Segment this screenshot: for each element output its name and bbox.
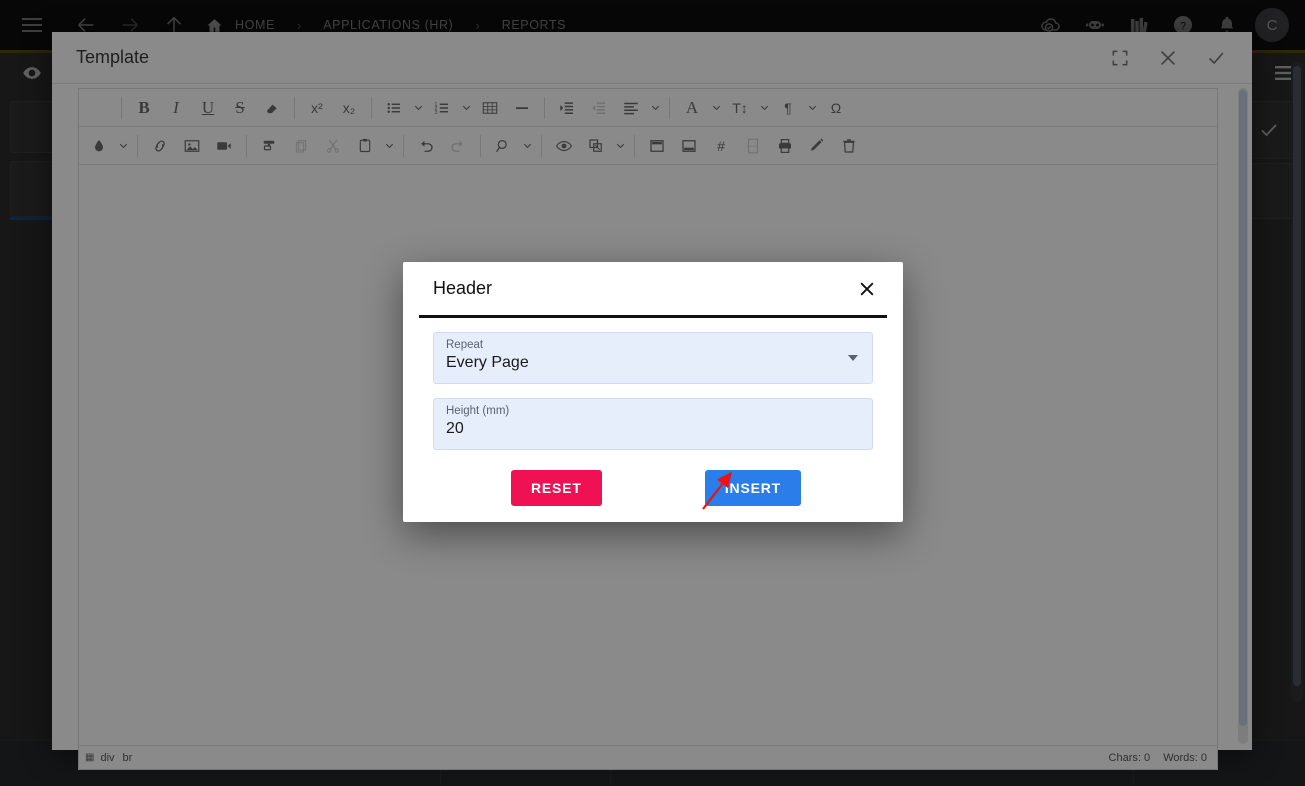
check-icon[interactable] (1192, 34, 1240, 82)
decrease-indent-button (583, 93, 615, 123)
code-view-button[interactable] (83, 93, 115, 123)
page-break-button (737, 131, 769, 161)
toolbar-separator (246, 135, 247, 157)
template-window: Template BIUSx²x₂123AT↕¶Ω # ▦ div (52, 32, 1252, 750)
cut-button (317, 131, 349, 161)
toolbar-separator (480, 135, 481, 157)
subscript-button[interactable]: x₂ (333, 93, 365, 123)
font-family-button[interactable]: A (676, 93, 708, 123)
repeat-value: Every Page (446, 351, 860, 372)
height-input[interactable]: Height (mm) 20 (433, 398, 873, 450)
insert-link-button[interactable] (144, 131, 176, 161)
insert-button[interactable]: INSERT (705, 470, 801, 506)
find-replace-button[interactable] (487, 131, 519, 161)
insert-footer-button[interactable] (673, 131, 705, 161)
toolbar-separator (121, 97, 122, 119)
align-button[interactable] (615, 93, 647, 123)
close-icon[interactable] (1144, 34, 1192, 82)
insert-image-button[interactable] (176, 131, 208, 161)
svg-text:3: 3 (435, 110, 438, 116)
preview-button[interactable] (548, 131, 580, 161)
page-number-button[interactable]: # (705, 131, 737, 161)
words-count: Words: 0 (1153, 752, 1207, 764)
close-icon[interactable] (847, 269, 887, 309)
paragraph-style-chevron-down-icon[interactable] (804, 93, 820, 123)
format-painter-button[interactable] (253, 131, 285, 161)
fullscreen-icon[interactable] (1096, 34, 1144, 82)
scrollbar-thumb[interactable] (1239, 90, 1247, 726)
layers-chevron-down-icon[interactable] (612, 131, 628, 161)
template-window-title: Template (76, 47, 149, 68)
increase-indent-button[interactable] (551, 93, 583, 123)
bold-button[interactable]: B (128, 93, 160, 123)
superscript-button[interactable]: x² (301, 93, 333, 123)
template-window-scrollbar[interactable] (1238, 88, 1248, 744)
editor-counts: Chars: 0 Words: 0 (1099, 752, 1207, 764)
header-dialog-title: Header (419, 278, 492, 299)
find-replace-chevron-down-icon[interactable] (519, 131, 535, 161)
toolbar-separator (294, 97, 295, 119)
numbered-list-chevron-down-icon[interactable] (458, 93, 474, 123)
table-button[interactable] (474, 93, 506, 123)
insert-video-button[interactable] (208, 131, 240, 161)
edit-button[interactable] (801, 131, 833, 161)
text-color-button[interactable] (83, 131, 115, 161)
copy-button (285, 131, 317, 161)
redo-button (442, 131, 474, 161)
special-character-button[interactable]: Ω (820, 93, 852, 123)
editor-toolbar-row-1: BIUSx²x₂ 123 A T↕ ¶ Ω (79, 89, 1217, 127)
font-family-chevron-down-icon[interactable] (708, 93, 724, 123)
paste-button[interactable] (349, 131, 381, 161)
toolbar-separator (544, 97, 545, 119)
toolbar-separator (371, 97, 372, 119)
reset-button[interactable]: RESET (511, 470, 602, 506)
paragraph-style-button[interactable]: ¶ (772, 93, 804, 123)
header-dialog-actions: RESET INSERT (433, 468, 873, 508)
chars-count: Chars: 0 (1099, 752, 1151, 764)
bullet-list-chevron-down-icon[interactable] (410, 93, 426, 123)
undo-button[interactable] (410, 131, 442, 161)
repeat-select[interactable]: Repeat Every Page (433, 332, 873, 384)
underline-button[interactable]: U (192, 93, 224, 123)
strikethrough-button[interactable]: S (224, 93, 256, 123)
toolbar-separator (541, 135, 542, 157)
layers-button[interactable] (580, 131, 612, 161)
paste-chevron-down-icon[interactable] (381, 131, 397, 161)
path-tag-div[interactable]: div (100, 752, 122, 764)
align-chevron-down-icon[interactable] (647, 93, 663, 123)
italic-button[interactable]: I (160, 93, 192, 123)
repeat-label: Repeat (446, 339, 860, 351)
path-tag-br[interactable]: br (123, 752, 141, 764)
height-label: Height (mm) (446, 405, 860, 417)
font-size-chevron-down-icon[interactable] (756, 93, 772, 123)
numbered-list-button[interactable]: 123 (426, 93, 458, 123)
chevron-down-icon[interactable] (848, 355, 858, 361)
horizontal-rule-button[interactable] (506, 93, 538, 123)
delete-button[interactable] (833, 131, 865, 161)
toolbar-separator (137, 135, 138, 157)
print-button[interactable] (769, 131, 801, 161)
toolbar-separator (669, 97, 670, 119)
clear-format-button[interactable] (256, 93, 288, 123)
text-color-chevron-down-icon[interactable] (115, 131, 131, 161)
template-window-header: Template (52, 32, 1252, 84)
editor-toolbar-row-2: # (79, 127, 1217, 165)
font-size-button[interactable]: T↕ (724, 93, 756, 123)
insert-header-button[interactable] (641, 131, 673, 161)
height-value[interactable]: 20 (446, 417, 860, 438)
element-path-icon: ▦ (85, 752, 100, 763)
toolbar-separator (403, 135, 404, 157)
header-dialog-titlebar: Header (419, 262, 887, 318)
header-dialog: Header Repeat Every Page Height (mm) 20 … (403, 262, 903, 522)
editor-status-bar: ▦ div br Chars: 0 Words: 0 (79, 745, 1217, 769)
bullet-list-button[interactable] (378, 93, 410, 123)
toolbar-separator (634, 135, 635, 157)
